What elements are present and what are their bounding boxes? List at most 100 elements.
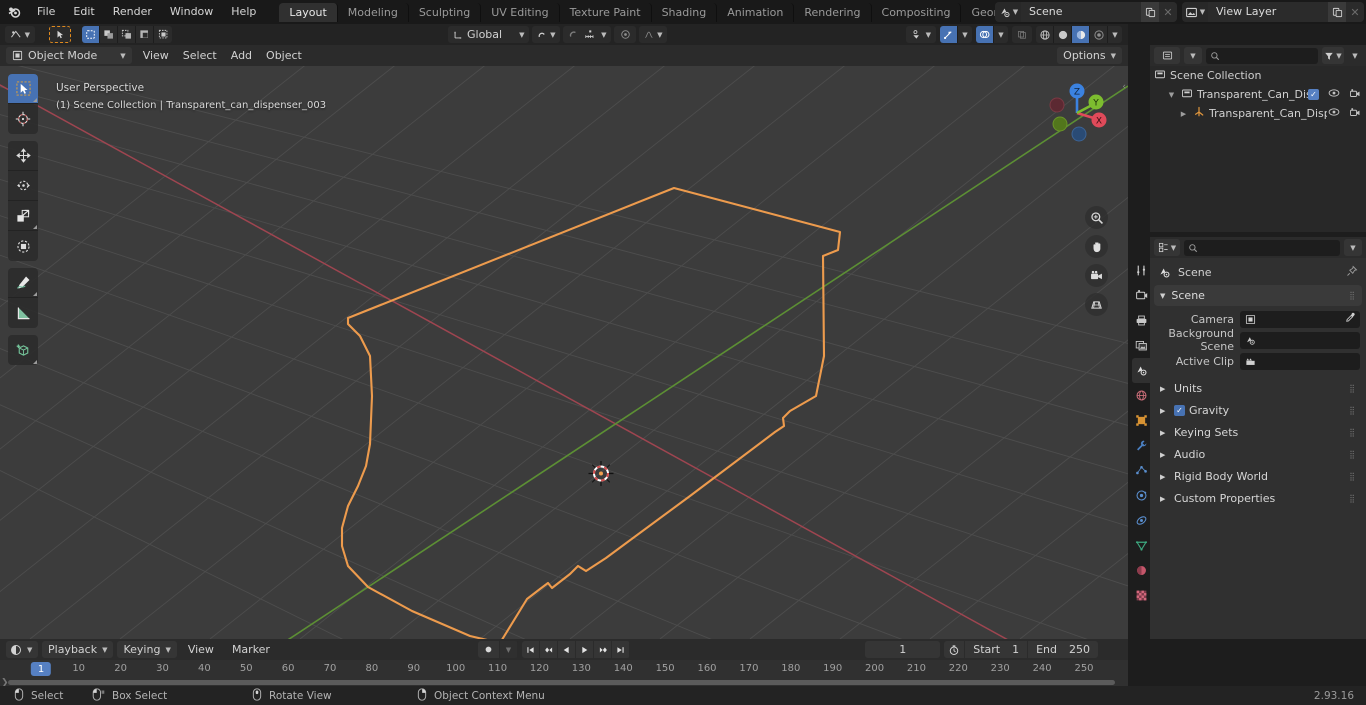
properties-search-input[interactable] bbox=[1184, 239, 1340, 256]
start-frame-field[interactable]: Start 1 bbox=[964, 641, 1028, 658]
overlays-icon[interactable] bbox=[976, 26, 994, 43]
expand-triangle-icon[interactable]: ▼ bbox=[1166, 91, 1177, 99]
overlays-chevron[interactable]: ▼ bbox=[994, 26, 1008, 43]
play-reverse-icon[interactable] bbox=[558, 641, 576, 658]
shading-modes-group[interactable]: ▼ bbox=[1036, 26, 1122, 43]
workspace-tab-layout[interactable]: Layout bbox=[279, 2, 338, 22]
eyedropper-icon[interactable] bbox=[1345, 312, 1356, 326]
extend-select-icon[interactable] bbox=[100, 26, 118, 43]
subtract-select-icon[interactable] bbox=[118, 26, 136, 43]
measure-tool[interactable] bbox=[8, 298, 38, 328]
menu-render[interactable]: Render bbox=[104, 3, 161, 21]
timeline-ruler[interactable]: 10 20 30 40 50 60 70 80 90 100 110 120 130 140 150 160 1… bbox=[0, 660, 1128, 677]
overlays-group[interactable]: ▼ bbox=[976, 26, 1008, 43]
camera-view-icon[interactable] bbox=[1085, 264, 1108, 287]
scale-tool[interactable] bbox=[8, 201, 38, 231]
workspace-tab-animation[interactable]: Animation bbox=[717, 2, 795, 22]
transform-tool[interactable] bbox=[8, 231, 38, 261]
visibility-eye-icon[interactable] bbox=[1328, 88, 1340, 101]
set-select-icon[interactable] bbox=[82, 26, 100, 43]
sidebar-collapse-arrow[interactable]: ‹ bbox=[1122, 82, 1126, 92]
scene-selector[interactable]: ▼ Scene ✕ bbox=[995, 2, 1177, 22]
pin-icon[interactable] bbox=[1346, 265, 1358, 280]
scene-cone-icon[interactable] bbox=[1132, 358, 1150, 383]
menu-file[interactable]: File bbox=[28, 3, 64, 21]
outliner-row[interactable]: ▶ Transparent_Can_Dispen bbox=[1150, 104, 1366, 123]
proportional-edit-icon[interactable] bbox=[614, 26, 637, 43]
render-camera-icon[interactable] bbox=[1132, 283, 1150, 308]
editor-type-3dview-icon[interactable]: ▼ bbox=[5, 26, 35, 43]
select-mode-group[interactable] bbox=[82, 26, 172, 43]
blender-logo-icon[interactable] bbox=[0, 0, 28, 24]
expand-triangle-icon[interactable]: ▶ bbox=[1178, 110, 1189, 118]
outliner-search-input[interactable] bbox=[1206, 47, 1318, 64]
mode-selector[interactable]: Object Mode ▼ bbox=[6, 47, 132, 64]
view-layer-name[interactable]: View Layer bbox=[1208, 2, 1328, 22]
3d-viewport[interactable]: User Perspective (1) Scene Collection | … bbox=[0, 66, 1128, 639]
outliner-icon[interactable] bbox=[1154, 47, 1180, 64]
timeline-editor-icon[interactable]: ▼ bbox=[6, 641, 38, 658]
current-frame-field[interactable]: 1 bbox=[865, 641, 941, 658]
scene-name[interactable]: Scene bbox=[1021, 2, 1141, 22]
outliner-options-chevron[interactable]: ▼ bbox=[1348, 47, 1362, 64]
transform-orientation-dropdown[interactable]: Global ▼ bbox=[448, 26, 530, 43]
material-preview-shading-icon[interactable] bbox=[1072, 26, 1090, 43]
object-types-visibility-icon[interactable]: ▼ bbox=[906, 26, 936, 43]
zoom-icon[interactable] bbox=[1085, 206, 1108, 229]
jump-to-end-icon[interactable] bbox=[612, 641, 630, 658]
jump-to-next-keyframe-icon[interactable] bbox=[594, 641, 612, 658]
shading-chevron[interactable]: ▼ bbox=[1108, 26, 1122, 43]
workspace-tab-compositing[interactable]: Compositing bbox=[872, 2, 962, 22]
world-globe-icon[interactable] bbox=[1132, 383, 1150, 408]
view-layer-selector[interactable]: ▼ View Layer ✕ bbox=[1182, 2, 1364, 22]
navigation-gizmo[interactable]: Z Y X bbox=[1044, 80, 1110, 146]
subpanel-checkbox[interactable]: ✓ bbox=[1174, 405, 1185, 416]
remove-view-layer-button[interactable]: ✕ bbox=[1346, 2, 1364, 22]
gizmo-icon[interactable] bbox=[940, 26, 958, 43]
move-tool[interactable] bbox=[8, 141, 38, 171]
timeline-view-menu[interactable]: View bbox=[181, 641, 221, 658]
render-camera-icon[interactable] bbox=[1349, 107, 1361, 121]
filter-icon[interactable]: ▼ bbox=[1322, 47, 1344, 64]
constraint-icon[interactable] bbox=[1132, 508, 1150, 533]
playback-controls[interactable] bbox=[522, 641, 630, 658]
subpanel-gravity[interactable]: ▶ ✓ Gravity ⣿ bbox=[1154, 400, 1362, 421]
menu-window[interactable]: Window bbox=[161, 3, 222, 21]
outliner-row[interactable]: ▼ Transparent_Can_Dispenser_(✓ bbox=[1150, 85, 1366, 104]
auto-keying-group[interactable]: ▼ bbox=[478, 641, 518, 658]
xray-toggle-icon[interactable] bbox=[1012, 26, 1032, 43]
tool-menu-select[interactable]: Select bbox=[176, 47, 224, 64]
unlink-scene-button[interactable]: ✕ bbox=[1159, 2, 1177, 22]
pan-hand-icon[interactable] bbox=[1085, 235, 1108, 258]
frame-range-group[interactable]: Start 1 End 250 bbox=[944, 641, 1098, 658]
display-mode-chevron[interactable]: ▼ bbox=[1184, 47, 1202, 64]
menu-edit[interactable]: Edit bbox=[64, 3, 103, 21]
texture-checker-icon[interactable] bbox=[1132, 583, 1150, 608]
auto-keying-chevron[interactable]: ▼ bbox=[500, 641, 518, 658]
tweak-cursor-icon[interactable] bbox=[49, 26, 71, 43]
keying-dropdown[interactable]: Keying ▼ bbox=[117, 641, 177, 658]
snap-settings-group[interactable]: ▼ bbox=[563, 26, 612, 43]
add-cube-tool[interactable] bbox=[8, 335, 38, 365]
images-icon[interactable] bbox=[1132, 333, 1150, 358]
options-dropdown[interactable]: Options ▼ bbox=[1057, 47, 1122, 64]
workspace-tab-shading[interactable]: Shading bbox=[652, 2, 718, 22]
visibility-eye-icon[interactable] bbox=[1328, 107, 1340, 120]
gizmo-chevron[interactable]: ▼ bbox=[958, 26, 972, 43]
subpanel-keying-sets[interactable]: ▶ Keying Sets ⣿ bbox=[1154, 422, 1362, 443]
timeline-marker-menu[interactable]: Marker bbox=[225, 641, 277, 658]
play-icon[interactable] bbox=[576, 641, 594, 658]
snap-magnet-icon[interactable]: ▼ bbox=[532, 26, 561, 43]
rendered-shading-icon[interactable] bbox=[1090, 26, 1108, 43]
property-field[interactable] bbox=[1240, 331, 1360, 349]
physics-orbit-icon[interactable] bbox=[1132, 483, 1150, 508]
tool-menu-object[interactable]: Object bbox=[259, 47, 309, 64]
end-frame-field[interactable]: End 250 bbox=[1027, 641, 1098, 658]
jump-to-prev-keyframe-icon[interactable] bbox=[540, 641, 558, 658]
particles-icon[interactable] bbox=[1132, 458, 1150, 483]
object-square-icon[interactable] bbox=[1132, 408, 1150, 433]
gizmo-group[interactable]: ▼ bbox=[940, 26, 972, 43]
subpanel-audio[interactable]: ▶ Audio ⣿ bbox=[1154, 444, 1362, 465]
printer-icon[interactable] bbox=[1132, 308, 1150, 333]
tool-menu-view[interactable]: View bbox=[136, 47, 176, 64]
